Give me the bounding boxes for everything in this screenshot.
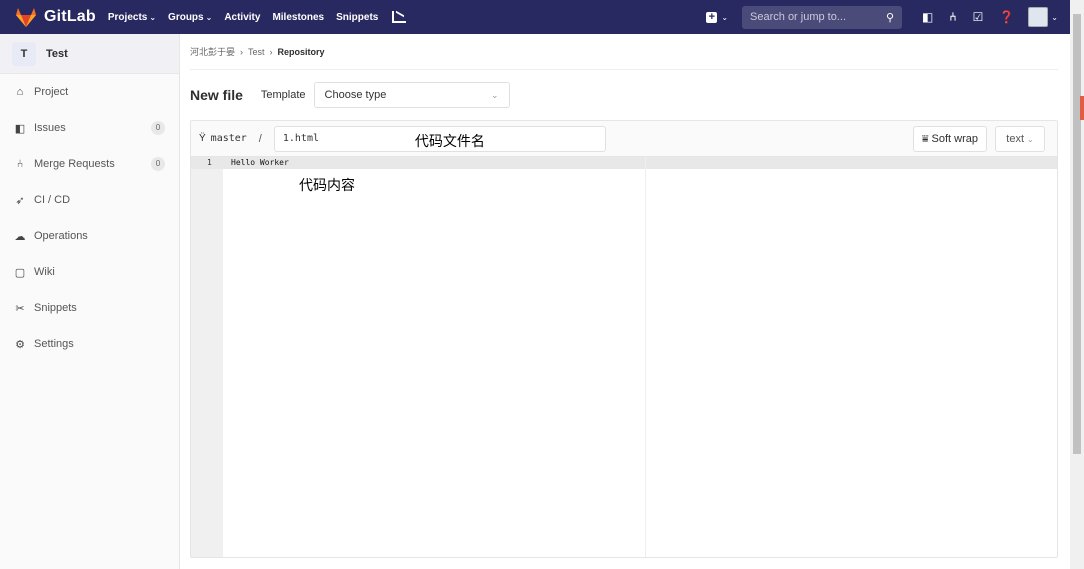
new-item-button[interactable]: + ⌄	[706, 11, 729, 23]
project-avatar: T	[12, 41, 36, 66]
plus-icon: +	[706, 11, 718, 23]
breadcrumb: 河北彭于晏 › Test › Repository	[190, 34, 1058, 70]
editor-mode-select[interactable]: text ⌄	[995, 126, 1045, 152]
branch-name: master	[210, 133, 247, 144]
search-placeholder: Search or jump to...	[750, 11, 847, 23]
sidebar-item-merge-requests[interactable]: ⑃ Merge Requests 0	[0, 146, 179, 182]
file-name-annotation: 代码文件名	[414, 132, 485, 149]
nav-projects[interactable]: Projects ⌄	[108, 12, 156, 23]
sidebar-item-label: Settings	[34, 338, 74, 350]
todo-icon[interactable]: ☑	[973, 10, 984, 24]
breadcrumb-group[interactable]: 河北彭于晏	[190, 45, 235, 58]
help-icon[interactable]: ❓	[999, 10, 1014, 24]
sidebar-item-label: Operations	[34, 230, 88, 242]
merge-request-icon: ⑃	[16, 158, 24, 170]
soft-wrap-label: Soft wrap	[931, 133, 978, 145]
breadcrumb-current[interactable]: Repository	[278, 47, 325, 57]
book-icon: ▢	[14, 266, 26, 279]
page-scrollbar[interactable]	[1070, 0, 1084, 569]
sidebar-item-label: Wiki	[34, 266, 55, 278]
logo-text: GitLab	[44, 8, 96, 25]
search-icon: ⚲	[885, 11, 895, 24]
template-select-value: Choose type	[324, 89, 387, 101]
active-line-highlight	[191, 157, 1057, 169]
code-editor[interactable]: 1 Hello Worker 代码内容	[191, 157, 1057, 557]
gear-icon: ⚙	[15, 338, 25, 351]
merge-request-icon[interactable]: ⑃	[949, 10, 956, 24]
file-editor: Ÿ master / 1.html 代码文件名 ⩸ Soft wrap text…	[190, 120, 1058, 558]
sidebar-item-label: Snippets	[34, 302, 77, 314]
scroll-marker	[1080, 96, 1084, 120]
chevron-down-icon: ⌄	[721, 12, 729, 22]
template-select[interactable]: Choose type ⌄	[313, 82, 510, 108]
rocket-icon: ➶	[15, 194, 25, 207]
count-badge: 0	[151, 121, 165, 135]
file-name-input[interactable]: 1.html 代码文件名	[273, 125, 606, 152]
sidebar-item-issues[interactable]: ◧ Issues 0	[0, 110, 179, 146]
sidebar-item-label: CI / CD	[34, 194, 71, 206]
scrollbar-thumb[interactable]	[1073, 14, 1081, 454]
nav-groups-label: Groups	[168, 11, 204, 23]
count-badge: 0	[151, 157, 165, 171]
scissors-icon: ✂	[15, 302, 25, 315]
code-annotation: 代码内容	[299, 177, 355, 193]
soft-wrap-button[interactable]: ⩸ Soft wrap	[912, 126, 987, 152]
line-number: 1	[207, 158, 212, 167]
sidebar-item-label: Issues	[34, 122, 66, 134]
print-margin	[645, 157, 646, 557]
new-file-header: New file Template Choose type ⌄	[190, 70, 1060, 120]
nav-snippets[interactable]: Snippets	[336, 12, 378, 23]
sidebar-item-label: Merge Requests	[34, 158, 115, 170]
sidebar-item-snippets[interactable]: ✂ Snippets	[0, 290, 179, 326]
sidebar-item-wiki[interactable]: ▢ Wiki	[0, 254, 179, 290]
gitlab-fox-icon	[16, 8, 36, 27]
nav-milestones[interactable]: Milestones	[272, 12, 324, 23]
branch-icon: Ÿ	[199, 133, 206, 144]
issues-icon[interactable]: ◧	[922, 10, 933, 24]
chevron-down-icon: ⌄	[205, 12, 213, 22]
wrap-icon: ⩸	[921, 132, 929, 145]
chevron-down-icon: ⌄	[1051, 12, 1058, 22]
sidebar-item-settings[interactable]: ⚙ Settings	[0, 326, 179, 362]
chevron-right-icon: ›	[240, 46, 244, 57]
chevron-down-icon: ⌄	[491, 89, 499, 100]
project-name: Test	[46, 47, 68, 60]
sidebar: T Test ⌂ Project ◧ Issues 0 ⑃ Merge Requ…	[0, 34, 180, 569]
gitlab-logo[interactable]: GitLab	[14, 6, 96, 28]
template-label: Template	[260, 89, 306, 101]
home-icon: ⌂	[16, 86, 24, 98]
search-input[interactable]: Search or jump to... ⚲	[742, 5, 903, 29]
path-separator: /	[258, 132, 262, 145]
main-content: 河北彭于晏 › Test › Repository New file Templ…	[190, 34, 1060, 569]
chevron-down-icon: ⌄	[149, 12, 157, 22]
page-title: New file	[190, 87, 243, 103]
sidebar-item-project[interactable]: ⌂ Project	[0, 74, 179, 110]
chevron-down-icon: ⌄	[1027, 134, 1034, 144]
issues-icon: ◧	[14, 122, 26, 135]
chevron-right-icon: ›	[269, 46, 273, 57]
sidebar-project-header[interactable]: T Test	[0, 34, 179, 74]
code-line[interactable]: Hello Worker	[231, 158, 289, 167]
editor-header: Ÿ master / 1.html 代码文件名 ⩸ Soft wrap text…	[191, 121, 1057, 157]
operations-icon: ☁	[14, 230, 26, 243]
editor-mode-label: text	[1006, 133, 1025, 145]
file-name-value: 1.html	[282, 133, 319, 144]
sidebar-item-label: Project	[34, 86, 69, 98]
breadcrumb-project[interactable]: Test	[248, 47, 265, 57]
line-gutter	[191, 157, 223, 557]
top-navbar: GitLab Projects ⌄ Groups ⌄ Activity Milest…	[0, 0, 1070, 34]
nav-groups[interactable]: Groups ⌄	[168, 12, 212, 23]
sidebar-item-ci-cd[interactable]: ➶ CI / CD	[0, 182, 179, 218]
chart-icon[interactable]	[392, 11, 407, 23]
nav-activity[interactable]: Activity	[224, 12, 260, 23]
nav-projects-label: Projects	[107, 11, 148, 23]
avatar[interactable]	[1028, 7, 1049, 27]
sidebar-item-operations[interactable]: ☁ Operations	[0, 218, 179, 254]
